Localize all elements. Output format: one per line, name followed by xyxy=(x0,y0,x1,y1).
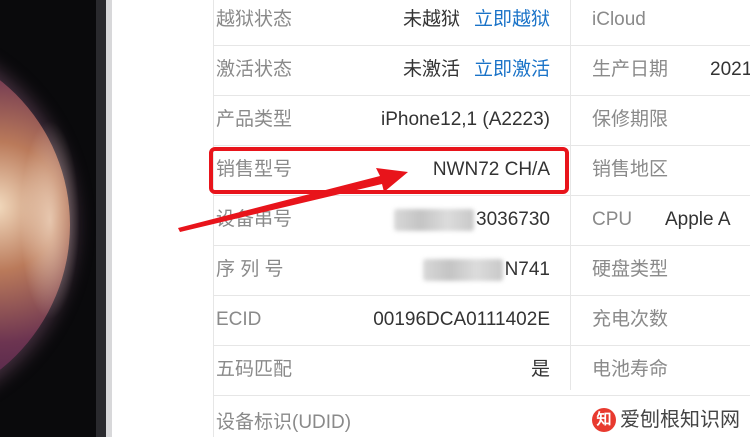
watermark-logo-icon: 知 xyxy=(592,408,616,432)
watermark-text: 爱刨根知识网 xyxy=(620,409,740,431)
annotation-arrow-icon xyxy=(178,168,408,232)
watermark: 知 爱刨根知识网 xyxy=(588,402,750,437)
